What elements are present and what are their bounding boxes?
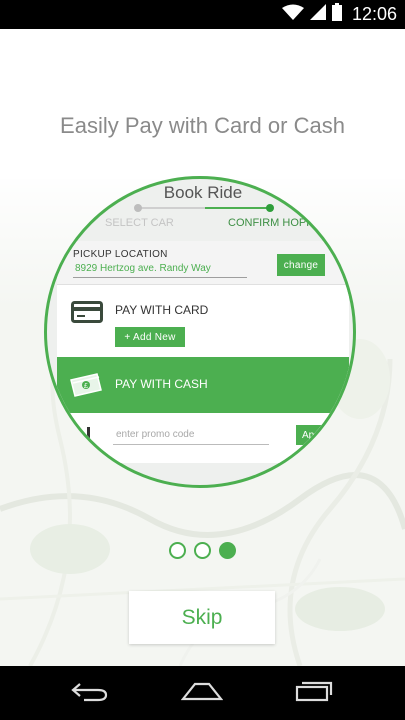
step-label-confirm: CONFIRM HOPPA bbox=[228, 217, 321, 229]
page-dot-1[interactable] bbox=[169, 542, 186, 559]
step-dot-select-car bbox=[134, 204, 142, 212]
pay-with-card-section: PAY WITH CARD + Add New bbox=[57, 285, 349, 357]
onboarding-screen: Easily Pay with Card or Cash Book Ride S… bbox=[0, 29, 405, 666]
pickup-label: PICKUP LOCATION bbox=[73, 249, 168, 260]
page-indicator bbox=[0, 542, 405, 559]
home-button[interactable] bbox=[172, 676, 232, 710]
page-dot-2[interactable] bbox=[194, 542, 211, 559]
step-dot-confirm bbox=[266, 204, 274, 212]
onboarding-headline: Easily Pay with Card or Cash bbox=[60, 113, 345, 138]
pickup-underline bbox=[73, 277, 247, 278]
page-dot-3-active[interactable] bbox=[219, 542, 236, 559]
app-preview: Book Ride SELECT CAR CONFIRM HOPPA PICKU… bbox=[47, 179, 353, 485]
change-pickup-button: change bbox=[277, 254, 325, 276]
app-preview-circle: Book Ride SELECT CAR CONFIRM HOPPA PICKU… bbox=[44, 176, 356, 488]
promo-section: Ap bbox=[57, 413, 349, 463]
status-icons: 12:06 bbox=[281, 0, 397, 29]
steps-line-active bbox=[205, 207, 272, 209]
pay-with-card-label: PAY WITH CARD bbox=[115, 303, 209, 317]
battery-icon bbox=[331, 3, 342, 26]
add-new-card-button: + Add New bbox=[115, 327, 185, 347]
pay-with-cash-label: PAY WITH CASH bbox=[115, 377, 208, 391]
pickup-card: PICKUP LOCATION 8929 Hertzog ave. Randy … bbox=[57, 241, 349, 285]
preview-title: Book Ride bbox=[163, 183, 243, 202]
status-bar: 12:06 bbox=[0, 0, 405, 29]
step-label-select-car: SELECT CAR bbox=[105, 217, 174, 229]
skip-button[interactable]: Skip bbox=[129, 591, 275, 644]
recent-apps-button[interactable] bbox=[284, 676, 344, 710]
signal-icon bbox=[309, 4, 326, 25]
svg-text:£: £ bbox=[84, 383, 88, 390]
pickup-address: 8929 Hertzog ave. Randy Way bbox=[75, 263, 211, 274]
promo-icon bbox=[87, 427, 101, 445]
status-time: 12:06 bbox=[351, 4, 397, 24]
home-icon bbox=[180, 681, 224, 706]
pay-with-cash-section: £ PAY WITH CASH bbox=[57, 357, 349, 413]
cash-icon: £ bbox=[69, 372, 103, 403]
wifi-icon bbox=[281, 4, 304, 25]
recent-apps-icon bbox=[294, 680, 334, 707]
promo-code-input bbox=[113, 425, 269, 445]
back-icon bbox=[70, 680, 110, 707]
back-button[interactable] bbox=[60, 676, 120, 710]
navigation-bar bbox=[0, 666, 405, 720]
credit-card-icon bbox=[71, 301, 103, 328]
apply-promo-button: Ap bbox=[296, 425, 336, 445]
